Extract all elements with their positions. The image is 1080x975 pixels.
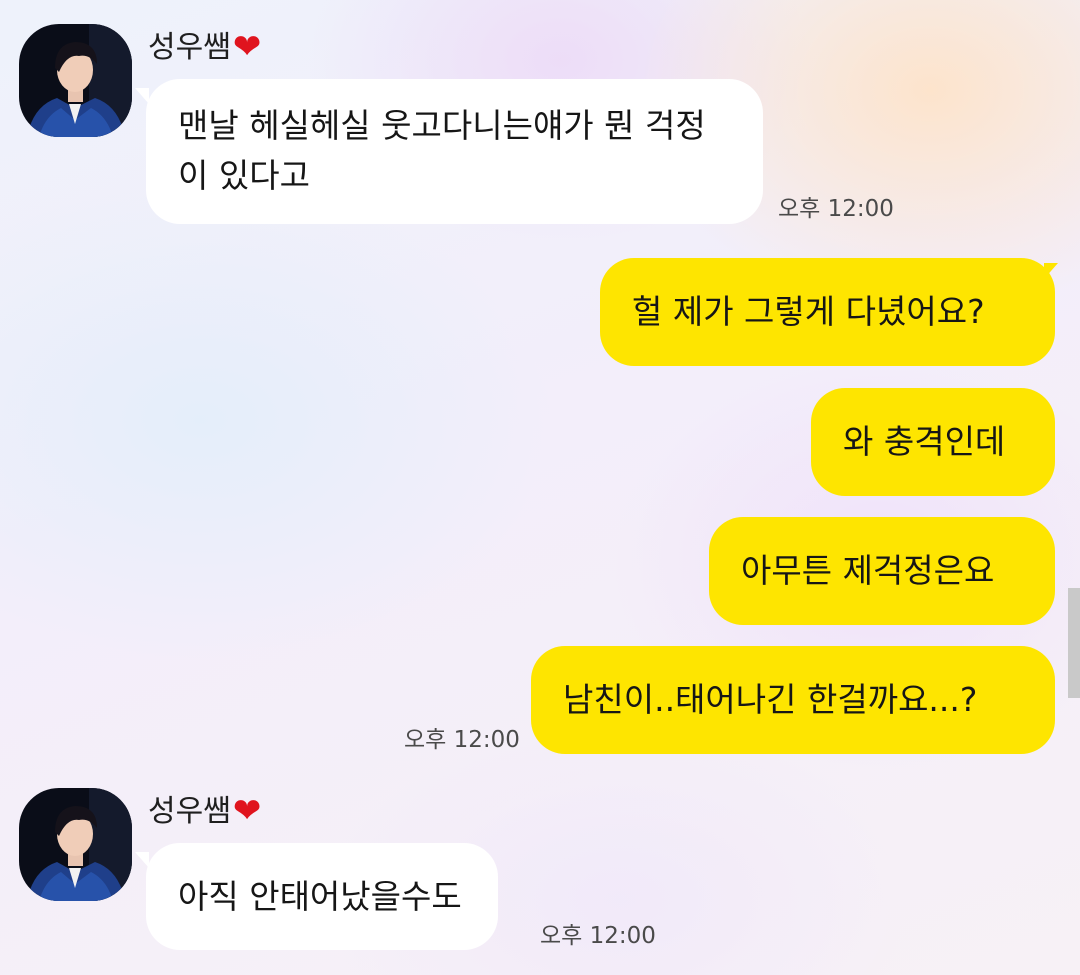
sender-name: 성우쌤❤	[148, 28, 261, 66]
message-time: 오후 12:00	[540, 923, 656, 949]
message-text: 아직 안태어났을수도	[178, 876, 462, 916]
message-bubble-outgoing[interactable]: 아무튼 제걱정은요	[709, 517, 1055, 625]
avatar-photo-icon	[19, 24, 132, 137]
scrollbar-thumb[interactable]	[1068, 588, 1080, 698]
message-text: 맨날 헤실헤실 웃고다니는얘가 뭔 걱정이 있다고	[178, 106, 706, 195]
message-bubble-outgoing[interactable]: 와 충격인데	[811, 388, 1055, 496]
message-time: 오후 12:00	[404, 727, 520, 753]
heart-icon: ❤	[232, 27, 262, 67]
sender-avatar[interactable]	[19, 24, 132, 137]
avatar-photo-icon	[19, 788, 132, 901]
message-bubble-outgoing[interactable]: 남친이..태어나긴 한걸까요...?	[531, 646, 1055, 754]
message-text: 남친이..태어나긴 한걸까요...?	[563, 680, 978, 719]
message-bubble-incoming[interactable]: 아직 안태어났을수도	[146, 843, 498, 950]
message-text: 와 충격인데	[843, 422, 1006, 461]
message-text: 아무튼 제걱정은요	[741, 551, 995, 590]
heart-icon: ❤	[232, 791, 262, 831]
message-text: 헐 제가 그렇게 다녔어요?	[632, 292, 985, 331]
message-bubble-incoming[interactable]: 맨날 헤실헤실 웃고다니는얘가 뭔 걱정이 있다고	[146, 79, 763, 224]
message-time: 오후 12:00	[778, 196, 894, 222]
sender-name-text: 성우쌤	[148, 30, 231, 65]
sender-name-text: 성우쌤	[148, 794, 231, 829]
sender-name: 성우쌤❤	[148, 792, 261, 830]
message-bubble-outgoing[interactable]: 헐 제가 그렇게 다녔어요?	[600, 258, 1055, 366]
sender-avatar[interactable]	[19, 788, 132, 901]
